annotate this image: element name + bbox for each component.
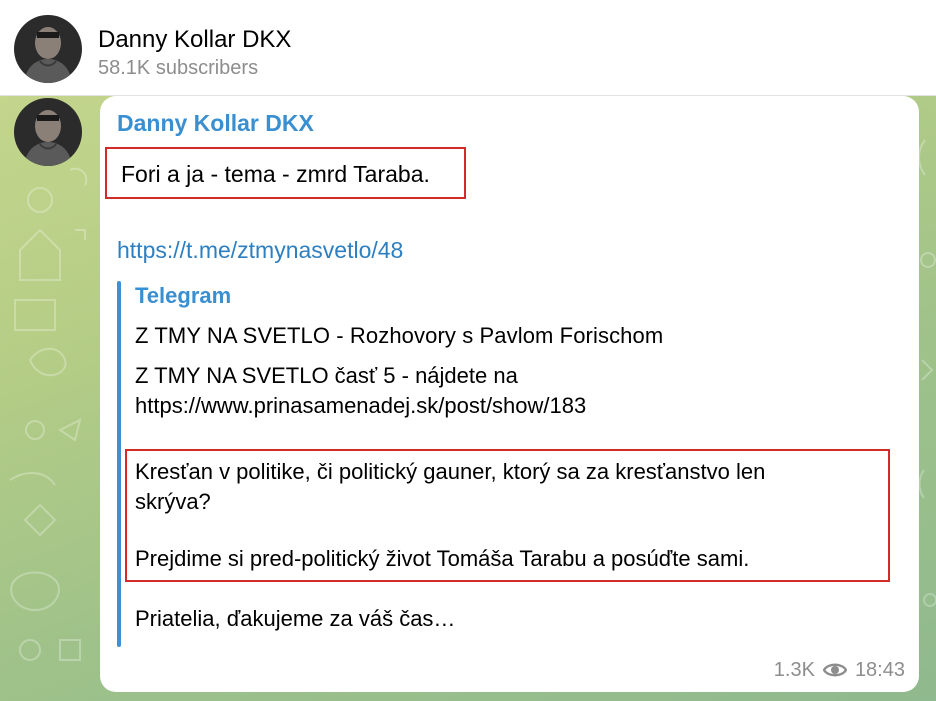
preview-quote-line: Prejdime si pred-politický život Tomáša …	[135, 546, 750, 571]
subscriber-count: 58.1K subscribers	[98, 57, 259, 79]
link-preview[interactable]: Telegram Z TMY NA SVETLO - Rozhovory s P…	[117, 281, 897, 647]
message-sender-name[interactable]: Danny Kollar DKX	[117, 110, 314, 137]
message-time: 18:43	[854, 658, 905, 681]
message-bubble[interactable]: Danny Kollar DKX Fori a ja - tema - zmrd…	[100, 96, 919, 692]
avatar-photo-icon	[14, 15, 82, 83]
chat-header[interactable]: Danny Kollar DKX 58.1K subscribers	[0, 0, 936, 96]
preview-closing-text: Priatelia, ďakujeme za váš čas…	[135, 606, 456, 631]
message-sender-avatar[interactable]	[14, 98, 82, 166]
view-count: 1.3K	[773, 658, 815, 681]
preview-title: Z TMY NA SVETLO - Rozhovory s Pavlom For…	[135, 323, 664, 348]
highlight-box-intro: Fori a ja - tema - zmrd Taraba.	[105, 147, 466, 199]
preview-quote-line: Kresťan v politike, či politický gauner,…	[135, 459, 766, 484]
channel-avatar[interactable]	[14, 15, 82, 83]
message-meta: 1.3K 18:43	[774, 657, 905, 683]
avatar-photo-icon	[14, 98, 82, 166]
eye-icon	[822, 663, 847, 677]
preview-quote-line: skrýva?	[135, 489, 211, 514]
preview-desc-line: Z TMY NA SVETLO časť 5 - nájdete na	[135, 363, 518, 388]
preview-accent-bar	[117, 281, 121, 647]
message-intro-text: Fori a ja - tema - zmrd Taraba.	[121, 161, 430, 187]
preview-description: Z TMY NA SVETLO časť 5 - nájdete na http…	[135, 361, 586, 421]
message-link[interactable]: https://t.me/ztmynasvetlo/48	[117, 237, 403, 264]
preview-site-name: Telegram	[135, 283, 232, 308]
preview-desc-line: https://www.prinasamenadej.sk/post/show/…	[135, 393, 587, 418]
highlight-box-quote: Kresťan v politike, či politický gauner,…	[125, 449, 890, 582]
channel-title[interactable]: Danny Kollar DKX	[98, 26, 291, 54]
